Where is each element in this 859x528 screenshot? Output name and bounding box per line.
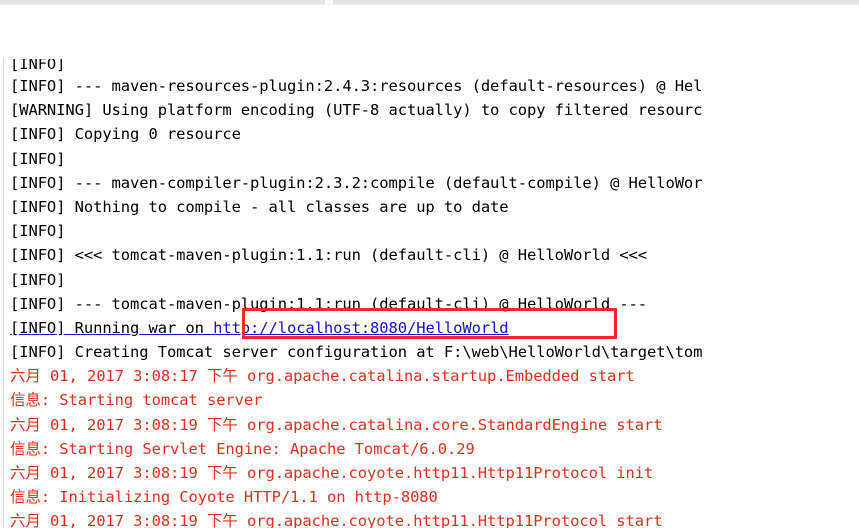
console-line: [INFO] Creating Tomcat server configurat… xyxy=(10,343,703,362)
toolbar-strip-divider xyxy=(0,4,859,5)
running-war-url[interactable]: http://localhost:8080/HelloWorld xyxy=(213,319,509,337)
ide-window: [INFO] [INFO] --- maven-resources-plugin:… xyxy=(0,0,859,528)
console-line: 六月 01, 2017 3:08:19 下午 org.apache.coyote… xyxy=(10,512,663,528)
console-line: 信息: Initializing Coyote HTTP/1.1 on http… xyxy=(10,488,438,507)
console-line-prefix: [INFO] Running war on xyxy=(10,318,214,337)
console-line: 六月 01, 2017 3:08:19 下午 org.apache.coyote… xyxy=(10,464,654,482)
console-line: [INFO] <<< tomcat-maven-plugin:1.1:run (… xyxy=(10,246,647,265)
console-line: [INFO] xyxy=(10,59,66,73)
console-gutter-border xyxy=(3,57,4,528)
console-line: [INFO] xyxy=(10,270,66,289)
console-line: [WARNING] Using platform encoding (UTF-8… xyxy=(10,101,703,120)
console-line: 六月 01, 2017 3:08:19 下午 org.apache.catali… xyxy=(10,415,663,434)
console-line: [INFO] --- tomcat-maven-plugin:1.1:run (… xyxy=(10,294,647,313)
console-line: 信息: Starting Servlet Engine: Apache Tomc… xyxy=(10,439,475,458)
console-line: [INFO] --- maven-compiler-plugin:2.3.2:c… xyxy=(10,173,703,192)
console-line: [INFO] Copying 0 resource xyxy=(10,125,241,144)
console-line: 信息: Starting tomcat server xyxy=(10,391,263,410)
console-line: [INFO] Nothing to compile - all classes … xyxy=(10,197,509,216)
console-line-url-link[interactable]: [INFO] Running war on http://localhost:8… xyxy=(10,316,859,340)
toolbar-strip xyxy=(0,0,859,9)
console-panel[interactable]: [INFO] [INFO] --- maven-resources-plugin:… xyxy=(0,9,859,528)
console-output-text[interactable]: [INFO] [INFO] --- maven-resources-plugin:… xyxy=(10,59,859,528)
console-line: [INFO] xyxy=(10,222,66,241)
console-line: 六月 01, 2017 3:08:17 下午 org.apache.catali… xyxy=(10,367,635,386)
console-line: [INFO] --- maven-resources-plugin:2.4.3:… xyxy=(10,77,703,95)
console-line: [INFO] xyxy=(10,149,66,168)
